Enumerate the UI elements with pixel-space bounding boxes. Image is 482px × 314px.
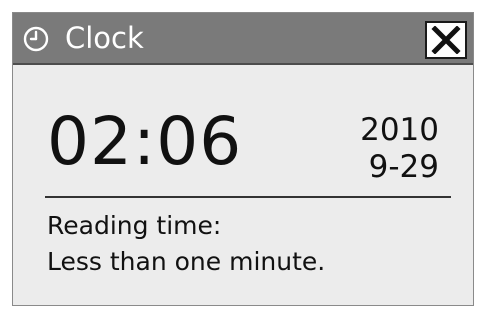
current-month-day: 9-29 <box>368 149 439 185</box>
close-icon <box>431 26 461 54</box>
divider <box>45 196 451 198</box>
clock-icon <box>23 26 49 52</box>
current-time: 02:06 <box>47 103 243 180</box>
title-bar[interactable]: Clock <box>13 13 473 65</box>
reading-time-value: Less than one minute. <box>47 247 326 276</box>
window-title: Clock <box>65 21 144 55</box>
current-year: 2010 <box>360 112 439 148</box>
reading-time-label: Reading time: <box>47 211 222 240</box>
clock-window: Clock 02:06 2010 9-29 Reading time: Less… <box>12 12 474 306</box>
close-button[interactable] <box>425 21 467 59</box>
